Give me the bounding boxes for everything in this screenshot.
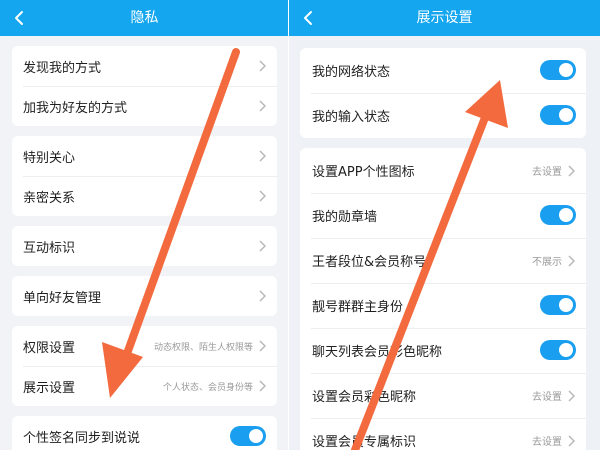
chevron-right-icon [257,59,267,73]
one-way-friends-card: 单向好友管理 [12,276,277,316]
row-label: 展示设置 [23,380,76,396]
color-nickname-toggle[interactable] [540,340,576,360]
settings-row-group-owner: 靓号群群主身份 [300,283,586,328]
settings-row-network-status: 我的网络状态 [300,48,586,93]
settings-row-find-me[interactable]: 发现我的方式 [12,46,277,86]
row-hint: 个人状态、会员身份等 [162,382,253,393]
signature-sync-card: 个性签名同步到说说 [12,416,277,450]
chevron-right-icon [257,339,267,353]
toggle-knob [249,429,263,443]
display-settings-header: 展示设置 [289,0,600,36]
settings-row-intimate-relation[interactable]: 亲密关系 [12,176,277,216]
settings-row-add-friend-method[interactable]: 加我为好友的方式 [12,86,277,126]
row-hint: 去设置 [532,167,562,178]
row-label: 靓号群群主身份 [312,300,404,315]
row-label: 亲密关系 [23,190,76,206]
settings-row-special-care[interactable]: 特别关心 [12,136,277,176]
chevron-right-icon [257,239,267,253]
row-label: 聊天列表会员彩色昵称 [312,345,443,360]
row-label: 互动标识 [23,240,76,256]
interaction-card: 互动标识 [12,226,277,266]
row-label: 我的网络状态 [312,65,391,80]
row-label: 我的勋章墙 [312,210,378,225]
row-label: 加我为好友的方式 [23,100,128,116]
settings-row-rank-title[interactable]: 王者段位&会员称号 不展示 [300,238,586,283]
chevron-right-icon [257,99,267,113]
toggle-knob [559,63,573,77]
medal-wall-toggle[interactable] [540,205,576,225]
row-label: 设置会员专属标识 [312,435,417,450]
page-title: 展示设置 [416,10,473,26]
chevron-right-icon [257,189,267,203]
signature-sync-toggle[interactable] [230,426,266,446]
toggle-knob [559,343,573,357]
settings-row-exclusive-badge[interactable]: 设置会员专属标识 去设置 [300,418,586,450]
row-hint: 去设置 [532,437,562,448]
row-label: 特别关心 [23,150,76,166]
typing-status-toggle[interactable] [540,105,576,125]
network-status-toggle[interactable] [540,60,576,80]
status-card: 我的网络状态 我的输入状态 [300,48,586,138]
row-hint: 不展示 [532,257,562,268]
privacy-screen: 隐私 发现我的方式 加我为好友的方式 特别关心 亲密关系 互动标识 单向好友管理… [0,0,289,450]
settings-row-permissions[interactable]: 权限设置 动态权限、陌生人权限等 [12,326,277,366]
group-owner-toggle[interactable] [540,295,576,315]
page-title: 隐私 [130,10,159,26]
permissions-card: 权限设置 动态权限、陌生人权限等 展示设置 个人状态、会员身份等 [12,326,277,406]
settings-row-typing-status: 我的输入状态 [300,93,586,138]
chevron-right-icon [566,164,576,178]
row-label: 发现我的方式 [23,60,102,76]
row-label: 设置APP个性图标 [312,165,415,180]
toggle-knob [559,298,573,312]
chevron-right-icon [566,434,576,448]
chevron-right-icon [257,149,267,163]
row-label: 权限设置 [23,340,76,356]
settings-row-display-settings[interactable]: 展示设置 个人状态、会员身份等 [12,366,277,406]
privacy-header: 隐私 [0,0,289,36]
settings-row-signature-sync: 个性签名同步到说说 [12,416,277,450]
chevron-right-icon [257,289,267,303]
chevron-right-icon [257,379,267,393]
discovery-card: 发现我的方式 加我为好友的方式 [12,46,277,126]
settings-row-color-nickname-list: 聊天列表会员彩色昵称 [300,328,586,373]
row-label: 王者段位&会员称号 [312,255,427,270]
settings-row-interaction-badge[interactable]: 互动标识 [12,226,277,266]
row-label: 我的输入状态 [312,110,391,125]
row-label: 个性签名同步到说说 [23,430,141,446]
row-label: 设置会员彩色昵称 [312,390,417,405]
display-settings-screen: 展示设置 我的网络状态 我的输入状态 设置APP个性图标 去设置 我的勋章墙 王… [289,0,600,450]
chevron-right-icon [566,389,576,403]
toggle-knob [559,108,573,122]
chevron-right-icon [566,254,576,268]
toggle-knob [559,208,573,222]
settings-row-set-color-nickname[interactable]: 设置会员彩色昵称 去设置 [300,373,586,418]
row-hint: 去设置 [532,392,562,403]
row-hint: 动态权限、陌生人权限等 [153,342,253,353]
row-label: 单向好友管理 [23,290,102,306]
relationship-card: 特别关心 亲密关系 [12,136,277,216]
settings-row-app-icon[interactable]: 设置APP个性图标 去设置 [300,148,586,193]
display-options-card: 设置APP个性图标 去设置 我的勋章墙 王者段位&会员称号 不展示 靓号群群主身… [300,148,586,450]
settings-row-one-way-friends[interactable]: 单向好友管理 [12,276,277,316]
settings-row-medal-wall: 我的勋章墙 [300,193,586,238]
